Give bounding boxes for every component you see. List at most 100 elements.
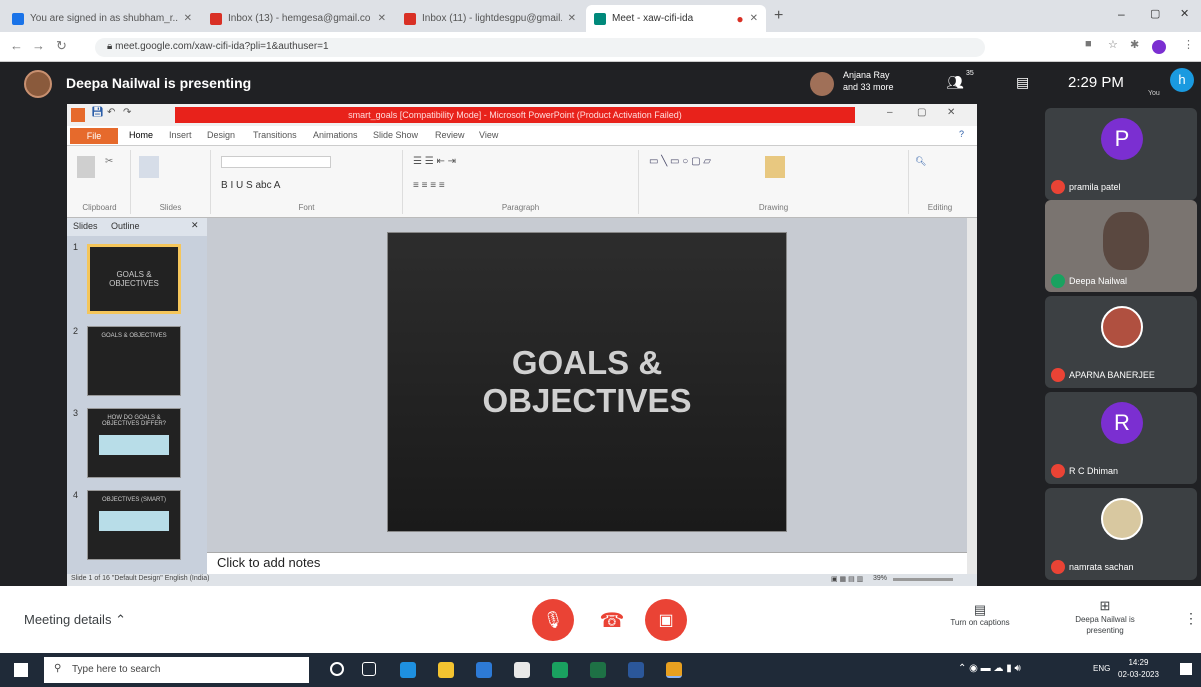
reload-icon[interactable]: ↻	[56, 38, 67, 54]
tab-file[interactable]: File	[70, 128, 118, 144]
arrange-icon[interactable]	[765, 156, 785, 178]
browser-tab[interactable]: Inbox (13) - hemgesa@gmail.co ✕	[202, 5, 394, 32]
chevron-up-icon: ⌃	[115, 612, 126, 627]
clock[interactable]: 14:29 02-03-2023	[1118, 657, 1159, 681]
mail-icon[interactable]	[476, 662, 492, 678]
paste-icon[interactable]	[77, 156, 95, 178]
notifications-icon[interactable]	[1180, 663, 1192, 675]
presenter-avatar	[24, 70, 52, 98]
new-tab-icon[interactable]: +	[774, 7, 783, 25]
more-options-icon[interactable]: ⋮	[1184, 610, 1198, 627]
browser-tab[interactable]: You are signed in as shubham_r... ✕	[4, 5, 200, 32]
tab-transitions[interactable]: Transitions	[253, 130, 297, 140]
chrome-icon[interactable]	[666, 662, 682, 678]
tab-insert[interactable]: Insert	[169, 130, 192, 140]
ppt-minimize-icon[interactable]: –	[887, 107, 893, 118]
current-slide[interactable]: GOALS & OBJECTIVES	[387, 232, 787, 532]
chat-icon[interactable]: ▤	[1016, 74, 1029, 91]
system-tray-icons[interactable]: ⌃ ◉ ▬ ☁ ▮ 🔊︎	[958, 663, 1021, 674]
view-buttons-icon[interactable]: ▣ ▦ ▤ ▥	[831, 575, 863, 583]
menu-dots-icon[interactable]: ⋮	[1183, 38, 1194, 51]
tab-design[interactable]: Design	[207, 130, 235, 140]
slide-canvas: GOALS & OBJECTIVES	[207, 218, 967, 552]
tab-slide-show[interactable]: Slide Show	[373, 130, 418, 140]
ppt-maximize-icon[interactable]: ▢	[917, 107, 926, 118]
mic-muted-icon	[1051, 464, 1065, 478]
slide-thumbnail[interactable]: GOALS & OBJECTIVES	[87, 244, 181, 314]
close-panel-icon[interactable]: ✕	[191, 220, 199, 231]
ppt-close-icon[interactable]: ✕	[947, 107, 955, 118]
tab-animations[interactable]: Animations	[313, 130, 358, 140]
avatar	[1101, 498, 1143, 540]
close-window-icon[interactable]: ✕	[1180, 7, 1189, 20]
cortana-icon[interactable]	[330, 662, 344, 676]
close-tab-icon[interactable]: ✕	[378, 13, 386, 24]
lock-icon: 🔒︎	[107, 41, 116, 52]
close-tab-icon[interactable]: ✕	[568, 13, 576, 24]
tab-view[interactable]: View	[479, 130, 498, 140]
redo-icon[interactable]: ↷	[123, 107, 131, 118]
shapes-gallery-icon[interactable]: ▭ ╲ ▭ ○ ▢ ▱	[649, 156, 711, 167]
slide-scrollbar[interactable]	[967, 218, 977, 574]
browser-tab[interactable]: Inbox (11) - lightdesgpu@gmail... ✕	[396, 5, 584, 32]
task-view-icon[interactable]	[362, 662, 376, 676]
zoom-slider[interactable]	[893, 578, 953, 581]
save-icon[interactable]: 💾︎	[91, 107, 104, 118]
slide-thumbnail[interactable]: HOW DO GOALS & OBJECTIVES DIFFER?	[87, 408, 181, 478]
file-explorer-icon[interactable]	[438, 662, 454, 678]
participant-tile[interactable]: namrata sachan	[1045, 488, 1197, 580]
leave-call-button[interactable]: ☎︎	[591, 599, 633, 641]
slide-thumbnail[interactable]: GOALS & OBJECTIVES	[87, 326, 181, 396]
profile-avatar[interactable]	[1152, 40, 1166, 54]
store-icon[interactable]	[514, 662, 530, 678]
present-button[interactable]: ⊞ Deepa Nailwal is presenting	[1062, 598, 1148, 636]
font-format-icons[interactable]: B I U S abc A	[221, 180, 280, 191]
mic-muted-icon	[1051, 180, 1065, 194]
close-tab-icon[interactable]: ✕	[184, 13, 192, 24]
notes-pane[interactable]: Click to add notes	[207, 552, 967, 574]
browser-tab-active[interactable]: Meet - xaw-cifi-ida ● ✕	[586, 5, 766, 32]
extensions-icon[interactable]: ✱	[1130, 38, 1139, 51]
captions-button[interactable]: ▤ Turn on captions	[940, 602, 1020, 627]
tab-home[interactable]: Home	[129, 130, 153, 140]
participant-tile[interactable]: R R C Dhiman	[1045, 392, 1197, 484]
participant-tile-video[interactable]: Deepa Nailwal	[1045, 200, 1197, 292]
excel-icon[interactable]	[590, 662, 606, 678]
align-icons[interactable]: ≡ ≡ ≡ ≡	[413, 180, 445, 191]
word-icon[interactable]	[628, 662, 644, 678]
participant-tile[interactable]: P pramila patel	[1045, 108, 1197, 200]
media-icon[interactable]	[552, 662, 568, 678]
participant-tiles: P pramila patel Deepa Nailwal APARNA BAN…	[1041, 104, 1201, 586]
ppt-status-bar: Slide 1 of 16 "Default Design" English (…	[67, 574, 977, 586]
font-name-field[interactable]	[221, 156, 331, 168]
maximize-icon[interactable]: ▢	[1150, 7, 1160, 20]
tab-review[interactable]: Review	[435, 130, 465, 140]
participant-tile[interactable]: APARNA BANERJEE	[1045, 296, 1197, 388]
windows-start-icon[interactable]	[14, 663, 28, 677]
tab-slides[interactable]: Slides	[73, 221, 98, 231]
thumb-number: 2	[73, 326, 79, 336]
back-icon[interactable]: ←	[10, 38, 23, 53]
slide-thumbnail[interactable]: OBJECTIVES (SMART)	[87, 490, 181, 560]
bookmark-star-icon[interactable]: ☆	[1108, 38, 1118, 51]
camera-icon[interactable]: ■	[1085, 38, 1092, 50]
find-icon[interactable]: 🔍︎	[915, 156, 926, 167]
taskbar-search-field[interactable]: ⚲ Type here to search	[44, 657, 309, 683]
help-icon[interactable]: ?	[959, 129, 964, 139]
url-field[interactable]: 🔒︎ meet.google.com/xaw-cifi-ida?pli=1&au…	[95, 38, 985, 57]
meet-controls-bar: Meeting details ⌃ 🎙︎ ☎︎ ▣ ▤ Turn on capt…	[0, 586, 1201, 653]
close-tab-icon[interactable]: ✕	[750, 13, 758, 24]
bullets-icon[interactable]: ☰ ☰ ⇤ ⇥	[413, 156, 456, 167]
camera-toggle-button[interactable]: ▣	[645, 599, 687, 641]
tab-outline[interactable]: Outline	[111, 221, 140, 231]
minimize-icon[interactable]: –	[1118, 7, 1125, 21]
undo-icon[interactable]: ↶	[107, 107, 115, 118]
edge-icon[interactable]	[400, 662, 416, 678]
cut-icon[interactable]: ✂	[105, 156, 113, 167]
meeting-details-button[interactable]: Meeting details ⌃	[24, 612, 126, 628]
mic-toggle-button[interactable]: 🎙︎	[532, 599, 574, 641]
language-indicator[interactable]: ENG	[1093, 664, 1110, 673]
forward-icon[interactable]: →	[32, 38, 45, 53]
new-slide-icon[interactable]	[139, 156, 159, 178]
participants-icon[interactable]: 👥︎	[946, 74, 964, 91]
